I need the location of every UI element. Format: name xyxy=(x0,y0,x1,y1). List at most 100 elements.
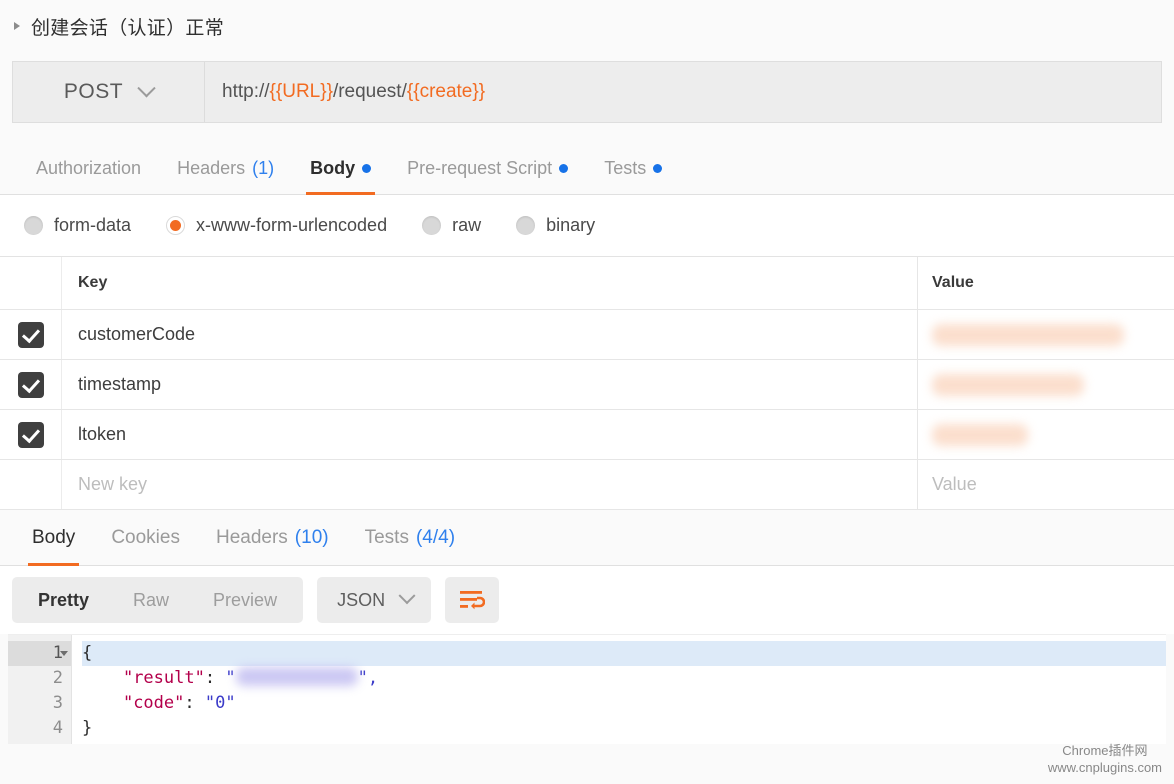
code-token: " xyxy=(225,668,236,688)
request-title-bar: 创建会话（认证）正常 xyxy=(0,0,1174,52)
line-number-label: 3 xyxy=(52,693,63,713)
checkbox-checked-icon[interactable] xyxy=(17,321,44,348)
tab-headers[interactable]: Headers (1) xyxy=(159,143,292,194)
status-dot-icon xyxy=(653,164,663,173)
tab-label: Body xyxy=(310,158,356,178)
line-number-label: 2 xyxy=(52,668,63,688)
new-key-input[interactable]: New key xyxy=(62,460,918,509)
tab-label: Tests xyxy=(604,158,647,178)
code-token: } xyxy=(82,718,93,738)
radio-x-www-form-urlencoded[interactable]: x-www-form-urlencoded xyxy=(166,215,387,236)
tab-authorization[interactable]: Authorization xyxy=(18,143,159,194)
status-dot-icon xyxy=(559,164,569,173)
row-checkbox-cell xyxy=(0,460,62,509)
radio-selected-icon xyxy=(166,216,186,235)
watermark: Chrome插件网 www.cnplugins.com xyxy=(1048,742,1162,776)
view-mode-preview[interactable]: Preview xyxy=(191,581,299,619)
tab-label: Headers xyxy=(215,526,288,548)
fold-triangle-icon[interactable] xyxy=(60,651,68,656)
table-row: customerCode xyxy=(0,310,1174,360)
param-key-input[interactable]: ltoken xyxy=(62,410,918,459)
tab-label: Tests xyxy=(364,526,409,548)
tab-label: Cookies xyxy=(111,526,180,548)
line-number-label: 4 xyxy=(52,718,63,738)
radio-label: x-www-form-urlencoded xyxy=(196,215,388,235)
code-lines[interactable]: { "result": " ", "code": "0" } xyxy=(72,635,1166,744)
json-key: "code" xyxy=(122,693,185,713)
view-mode-pretty[interactable]: Pretty xyxy=(16,581,111,619)
triangle-right-icon[interactable] xyxy=(14,22,20,30)
url-bar: POST http://{{URL}}/request/{{create}} xyxy=(12,61,1162,123)
row-checkbox-cell xyxy=(0,360,62,409)
param-key-input[interactable]: customerCode xyxy=(62,310,918,359)
response-view-mode-group: Pretty Raw Preview xyxy=(12,577,304,623)
response-format-select[interactable]: JSON xyxy=(317,577,432,623)
line-number: 4 xyxy=(8,716,71,741)
response-toolbar: Pretty Raw Preview JSON xyxy=(0,566,1174,634)
format-label: JSON xyxy=(337,589,386,610)
tab-count: (10) xyxy=(294,526,329,548)
radio-label: form-data xyxy=(54,215,132,235)
redacted-value xyxy=(932,373,1084,396)
chevron-down-icon xyxy=(398,587,416,605)
response-tab-cookies[interactable]: Cookies xyxy=(93,510,198,565)
url-segment-scheme: http:// xyxy=(222,81,270,102)
table-row: timestamp xyxy=(0,360,1174,410)
table-row: ltoken xyxy=(0,410,1174,460)
view-mode-raw[interactable]: Raw xyxy=(111,581,191,619)
json-string-value: "0" xyxy=(204,693,236,713)
tab-pre-request-script[interactable]: Pre-request Script xyxy=(389,143,586,194)
header-checkbox-cell xyxy=(0,257,62,309)
checkbox-checked-icon[interactable] xyxy=(17,371,44,398)
column-header-key: Key xyxy=(62,257,918,309)
url-segment-path: /request/ xyxy=(332,81,407,102)
tab-tests[interactable]: Tests xyxy=(586,143,680,194)
body-params-table: Key Value customerCode timestamp ltoken … xyxy=(0,257,1174,510)
radio-binary[interactable]: binary xyxy=(516,215,595,236)
response-tab-body[interactable]: Body xyxy=(14,510,93,566)
code-line: "result": " ", xyxy=(82,666,1166,691)
new-value-input[interactable]: Value xyxy=(918,460,1174,509)
word-wrap-button[interactable] xyxy=(445,577,500,623)
row-checkbox-cell xyxy=(0,410,62,459)
tab-body[interactable]: Body xyxy=(292,143,389,195)
response-tab-headers[interactable]: Headers (10) xyxy=(198,510,347,565)
tab-label: Body xyxy=(32,526,76,548)
param-value-input[interactable] xyxy=(918,410,1174,459)
line-number[interactable]: 1 xyxy=(8,641,71,666)
code-token: ", xyxy=(357,668,379,688)
url-input[interactable]: http://{{URL}}/request/{{create}} xyxy=(205,62,1161,122)
table-new-row: New key Value xyxy=(0,460,1174,510)
param-value-input[interactable] xyxy=(918,360,1174,409)
watermark-line-1: Chrome插件网 xyxy=(1062,743,1148,758)
watermark-line-2: www.cnplugins.com xyxy=(1047,760,1162,775)
row-checkbox-cell xyxy=(0,310,62,359)
json-key: "result" xyxy=(122,668,205,688)
radio-form-data[interactable]: form-data xyxy=(24,215,131,236)
redacted-value xyxy=(932,323,1124,346)
radio-icon xyxy=(516,216,536,235)
code-line: } xyxy=(82,716,1166,741)
param-value-input[interactable] xyxy=(918,310,1174,359)
table-header-row: Key Value xyxy=(0,257,1174,310)
redacted-value xyxy=(932,423,1028,446)
tab-count: (4/4) xyxy=(415,526,456,548)
line-number-gutter: 1 2 3 4 xyxy=(8,635,72,744)
radio-raw[interactable]: raw xyxy=(422,215,481,236)
checkbox-checked-icon[interactable] xyxy=(17,421,44,448)
tab-label: Authorization xyxy=(36,158,142,178)
response-body-viewer[interactable]: 1 2 3 4 { "result": " ", "code": "0" } xyxy=(8,634,1166,744)
url-segment-variable-url: {{URL}} xyxy=(269,81,333,102)
http-method-select[interactable]: POST xyxy=(13,62,205,122)
body-type-radio-group: form-data x-www-form-urlencoded raw bina… xyxy=(0,195,1174,257)
param-key-input[interactable]: timestamp xyxy=(62,360,918,409)
radio-label: raw xyxy=(452,215,482,235)
radio-icon xyxy=(24,216,43,235)
request-tabs: Authorization Headers (1) Body Pre-reque… xyxy=(0,143,1174,195)
tab-label: Headers xyxy=(177,158,246,178)
response-tab-tests[interactable]: Tests (4/4) xyxy=(347,510,473,565)
status-dot-icon xyxy=(362,164,372,173)
redacted-json-value xyxy=(235,667,358,686)
